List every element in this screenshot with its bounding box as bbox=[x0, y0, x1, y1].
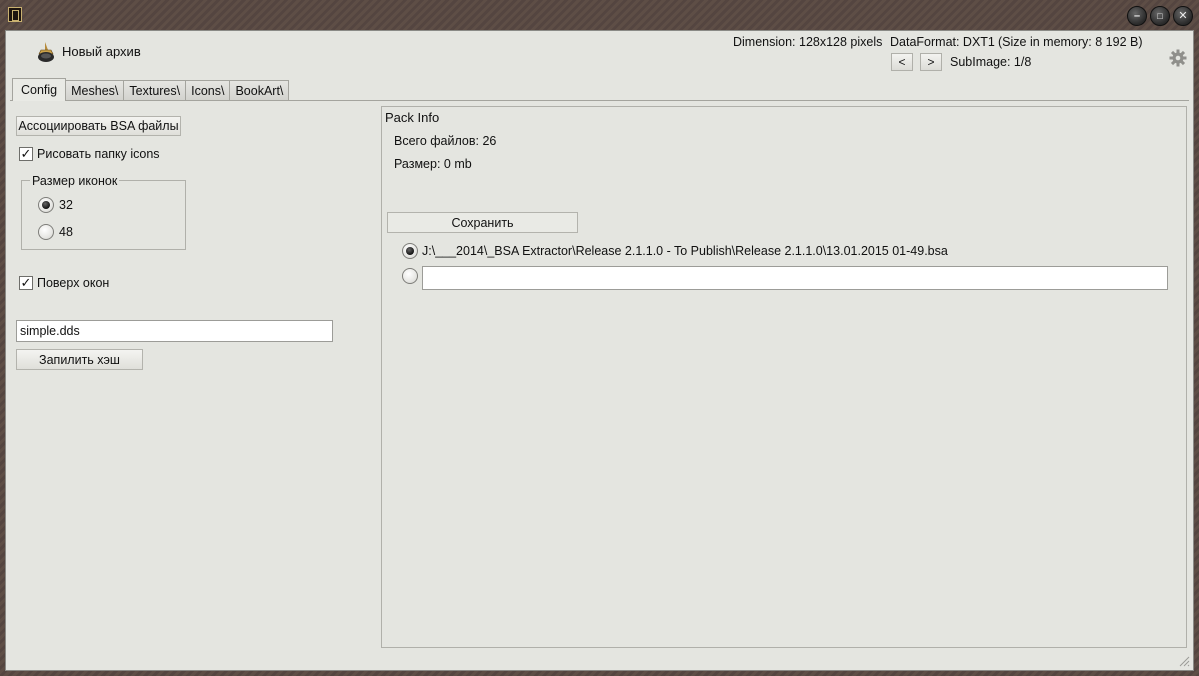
prev-subimage-button[interactable]: < bbox=[891, 53, 913, 71]
checkmark-icon: ✓ bbox=[20, 146, 32, 161]
close-button[interactable]: ✕ bbox=[1173, 6, 1193, 26]
draw-icons-checkbox[interactable]: ✓ bbox=[19, 147, 33, 161]
icon-size-title: Размер иконок bbox=[30, 174, 120, 188]
size-in-memory-text: (Size in memory: 8 192 B) bbox=[998, 35, 1143, 49]
minimize-icon: – bbox=[1133, 9, 1141, 22]
path-option-2-radio[interactable] bbox=[402, 268, 418, 284]
pack-info-title: Pack Info bbox=[385, 110, 440, 125]
icon-size-32-radio[interactable] bbox=[38, 197, 54, 213]
minimize-button[interactable]: – bbox=[1127, 6, 1147, 26]
archive-icon bbox=[38, 42, 54, 62]
maximize-icon: □ bbox=[1157, 10, 1163, 21]
app-window: – □ ✕ Новый архив Dimension: 128x128 pix… bbox=[0, 0, 1199, 676]
tab-icons[interactable]: Icons\ bbox=[185, 80, 231, 100]
draw-icons-label: Рисовать папку icons bbox=[37, 147, 160, 161]
maximize-button[interactable]: □ bbox=[1150, 6, 1170, 26]
dimension-text: Dimension: 128x128 pixels bbox=[733, 35, 883, 49]
title-bar[interactable]: – □ ✕ bbox=[0, 0, 1199, 30]
gear-icon[interactable] bbox=[1169, 49, 1187, 67]
header: Новый архив Dimension: 128x128 pixels Da… bbox=[6, 31, 1193, 79]
dataformat-text: DataFormat: DXT1 bbox=[890, 35, 995, 49]
archive-title: Новый архив bbox=[62, 44, 141, 59]
tab-bookart[interactable]: BookArt\ bbox=[229, 80, 290, 100]
resize-grip-icon[interactable] bbox=[1178, 655, 1190, 667]
close-icon: ✕ bbox=[1178, 9, 1188, 22]
custom-path-input[interactable] bbox=[422, 266, 1168, 290]
filename-input[interactable]: simple.dds bbox=[16, 320, 333, 342]
pack-size-text: Размер: 0 mb bbox=[394, 157, 472, 171]
topmost-checkbox[interactable]: ✓ bbox=[19, 276, 33, 290]
next-subimage-button[interactable]: > bbox=[920, 53, 942, 71]
checkmark-icon: ✓ bbox=[20, 275, 32, 290]
tab-textures[interactable]: Textures\ bbox=[123, 80, 187, 100]
compute-hash-button[interactable]: Запилить хэш bbox=[16, 349, 143, 370]
tab-meshes[interactable]: Meshes\ bbox=[65, 80, 125, 100]
tab-bar: Config Meshes\ Textures\ Icons\ BookArt\ bbox=[12, 78, 290, 101]
icon-size-32-label: 32 bbox=[59, 198, 73, 212]
topmost-label: Поверх окон bbox=[37, 276, 110, 290]
client-area: Новый архив Dimension: 128x128 pixels Da… bbox=[5, 30, 1194, 671]
save-button[interactable]: Сохранить bbox=[387, 212, 578, 233]
pack-info-panel: Pack Info Всего файлов: 26 Размер: 0 mb … bbox=[381, 106, 1187, 648]
icon-size-48-radio[interactable] bbox=[38, 224, 54, 240]
path-option-1-radio[interactable] bbox=[402, 243, 418, 259]
icon-size-group: Размер иконок 32 48 bbox=[21, 174, 186, 250]
app-icon bbox=[8, 7, 22, 22]
path-option-1-label: J:\___2014\_BSA Extractor\Release 2.1.1.… bbox=[422, 244, 948, 258]
total-files-text: Всего файлов: 26 bbox=[394, 134, 497, 148]
config-tab-panel: Ассоциировать BSA файлы ✓ Рисовать папку… bbox=[10, 100, 1189, 648]
icon-size-48-label: 48 bbox=[59, 225, 73, 239]
associate-bsa-button[interactable]: Ассоциировать BSA файлы bbox=[16, 116, 181, 136]
subimage-text: SubImage: 1/8 bbox=[950, 55, 1032, 69]
tab-config[interactable]: Config bbox=[12, 78, 67, 101]
